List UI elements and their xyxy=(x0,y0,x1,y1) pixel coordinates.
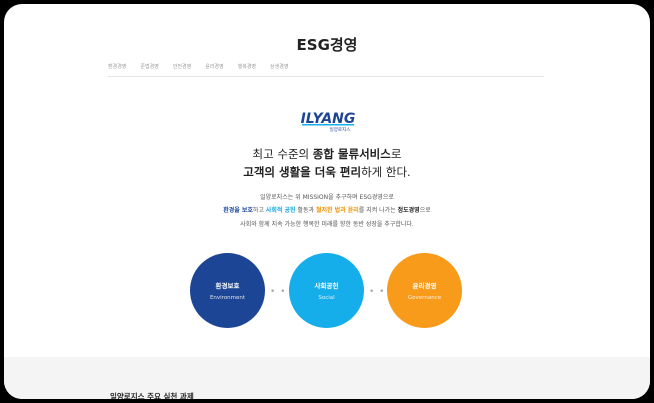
tab-coexistence[interactable]: 상생경영 xyxy=(270,63,288,70)
tab-divider xyxy=(108,76,544,77)
headline-line-1: 최고 수준의 종합 물류서비스로 xyxy=(252,147,402,161)
social-circle[interactable]: 사회공헌 Social xyxy=(289,253,364,328)
ilyang-logo: ILYANG 일양로지스 xyxy=(301,111,356,133)
environment-circle[interactable]: 환경보호 Environment xyxy=(190,253,265,328)
practice-section-title: 일양로지스 주요 실천 과제 xyxy=(110,392,194,399)
headline-line-2: 고객의 생활을 더욱 편리하게 한다. xyxy=(243,165,411,179)
tab-environment[interactable]: 환경경영 xyxy=(108,63,126,70)
tab-happiness[interactable]: 행복경영 xyxy=(238,63,256,70)
mission-text-1: 일양로지스는 위 MISSION을 추구하며 ESG경영으로 xyxy=(260,194,394,201)
tab-compliance[interactable]: 준법경영 xyxy=(140,63,158,70)
svg-text:일양로지스: 일양로지스 xyxy=(330,126,351,133)
page-title: ESG경영 xyxy=(296,36,358,54)
screenshot-frame: ESG경영 환경경영 준법경영 안전경영 윤리경영 행복경영 상생경영 ILYA… xyxy=(4,4,650,399)
tab-safety[interactable]: 안전경영 xyxy=(173,63,191,70)
governance-circle[interactable]: 윤리경영 Governance xyxy=(387,253,462,328)
tab-bar: 환경경영 준법경영 안전경영 윤리경영 행복경영 상생경영 xyxy=(108,63,302,70)
mission-text-2: 환경을 보호하고 사회적 공헌 활동과 철저한 법과 윤리를 지켜 나가는 정도… xyxy=(223,207,431,214)
mission-text-3: 사회와 함께 지속 가능한 행복한 미래를 향한 동반 성장을 추구합니다. xyxy=(240,221,414,228)
tab-ethics[interactable]: 윤리경영 xyxy=(205,63,223,70)
practice-section xyxy=(4,357,650,399)
